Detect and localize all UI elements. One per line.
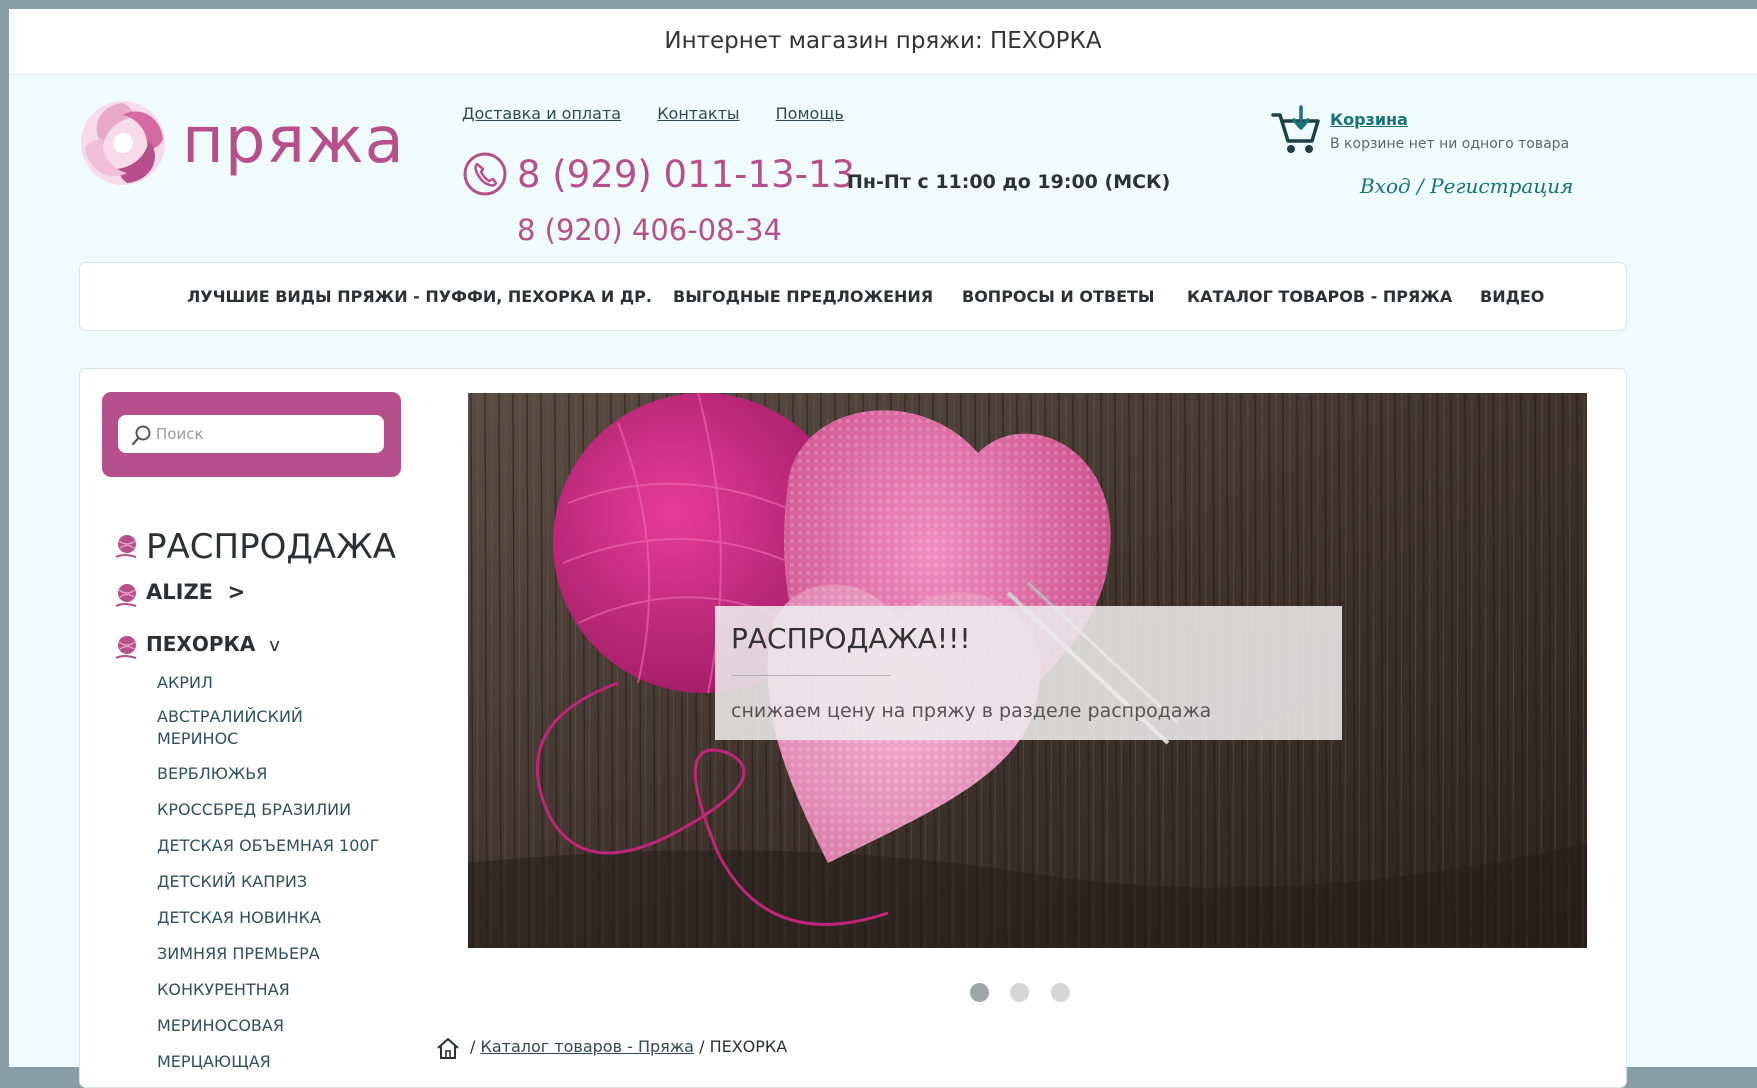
subcategory-item[interactable]: ДЕТСКИЙ КАПРИЗ	[157, 871, 307, 893]
sidebar-item-label: ПЕХОРКА	[146, 632, 256, 656]
nav-best-yarn[interactable]: ЛУЧШИЕ ВИДЫ ПРЯЖИ - ПУФФИ, ПЕХОРКА И ДР.	[187, 287, 652, 306]
subcategory-item[interactable]: МЕРЦАЮЩАЯ	[157, 1051, 271, 1073]
subcategory-item[interactable]: АВСТРАЛИЙСКИЙ МЕРИНОС	[157, 706, 337, 750]
header-links: Доставка и оплата Контакты Помощь	[462, 104, 875, 123]
slider-dot-1[interactable]	[970, 983, 989, 1002]
banner-subtext: снижаем цену на пряжу в разделе распрода…	[731, 700, 1212, 722]
search-icon	[131, 425, 151, 446]
auth-links[interactable]: Вход / Регистрация	[1360, 174, 1573, 198]
logo-text: пряжа	[182, 104, 405, 178]
yarn-ball-icon	[115, 535, 137, 558]
logo-swirl-icon	[81, 101, 165, 185]
link-help[interactable]: Помощь	[776, 104, 844, 123]
cart-status: В корзине нет ни одного товара	[1330, 136, 1570, 152]
cart-link[interactable]: Корзина	[1330, 110, 1408, 129]
nav-catalog[interactable]: КАТАЛОГ ТОВАРОВ - ПРЯЖА	[1187, 287, 1452, 306]
phone-primary[interactable]: 8 (929) 011-13-13	[517, 153, 855, 196]
yarn-ball-icon	[115, 636, 137, 659]
window-title: Интернет магазин пряжи: ПЕХОРКА	[664, 28, 1102, 54]
link-contacts[interactable]: Контакты	[657, 104, 739, 123]
sidebar-item-label: РАСПРОДАЖА	[146, 527, 397, 567]
breadcrumb-current: ПЕХОРКА	[709, 1037, 788, 1056]
working-hours: Пн-Пт с 11:00 до 19:00 (МСК)	[847, 171, 1171, 193]
nav-faq[interactable]: ВОПРОСЫ И ОТВЕТЫ	[962, 287, 1155, 306]
caption-divider	[731, 675, 891, 676]
banner-caption[interactable]: РАСПРОДАЖА!!! снижаем цену на пряжу в ра…	[715, 606, 1342, 740]
phone-secondary[interactable]: 8 (920) 406-08-34	[517, 213, 782, 247]
breadcrumb-separator: /	[699, 1037, 705, 1056]
home-icon[interactable]	[435, 1035, 461, 1061]
phone-icon	[463, 152, 507, 196]
subcategory-item[interactable]: ДЕТСКАЯ ОБЪЕМНАЯ 100Г	[157, 835, 379, 857]
breadcrumb-separator: /	[470, 1037, 476, 1056]
hero-banner[interactable]: РАСПРОДАЖА!!! снижаем цену на пряжу в ра…	[468, 393, 1587, 948]
subcategory-item[interactable]: АКРИЛ	[157, 672, 213, 694]
nav-video[interactable]: ВИДЕО	[1480, 287, 1544, 306]
cart-icon[interactable]	[1270, 105, 1322, 157]
window-titlebar: Интернет магазин пряжи: ПЕХОРКА	[9, 9, 1757, 75]
banner-heading: РАСПРОДАЖА!!!	[731, 622, 971, 655]
collapse-arrow-icon[interactable]: v	[269, 635, 280, 656]
subcategory-item[interactable]: ЗИМНЯЯ ПРЕМЬЕРА	[157, 943, 320, 965]
nav-offers[interactable]: ВЫГОДНЫЕ ПРЕДЛОЖЕНИЯ	[673, 287, 933, 306]
site-logo[interactable]: пряжа	[77, 95, 427, 205]
expand-arrow-icon[interactable]: >	[228, 580, 246, 604]
slider-dot-2[interactable]	[1010, 983, 1029, 1002]
main-nav: ЛУЧШИЕ ВИДЫ ПРЯЖИ - ПУФФИ, ПЕХОРКА И ДР.…	[79, 262, 1627, 331]
subcategory-item[interactable]: ДЕТСКАЯ НОВИНКА	[157, 907, 321, 929]
subcategory-item[interactable]: КРОССБРЕД БРАЗИЛИИ	[157, 799, 351, 821]
link-delivery[interactable]: Доставка и оплата	[462, 104, 621, 123]
search-box	[102, 392, 401, 477]
subcategory-item[interactable]: МЕРИНОСОВАЯ	[157, 1015, 284, 1037]
breadcrumb-catalog-link[interactable]: Каталог товаров - Пряжа	[480, 1037, 694, 1056]
subcategory-item[interactable]: ВЕРБЛЮЖЬЯ	[157, 763, 267, 785]
subcategory-item[interactable]: КОНКУРЕНТНАЯ	[157, 979, 290, 1001]
slider-dot-3[interactable]	[1051, 983, 1070, 1002]
search-input[interactable]	[118, 415, 384, 453]
yarn-ball-icon	[115, 584, 137, 607]
sidebar-item-label: ALIZE	[146, 580, 214, 604]
